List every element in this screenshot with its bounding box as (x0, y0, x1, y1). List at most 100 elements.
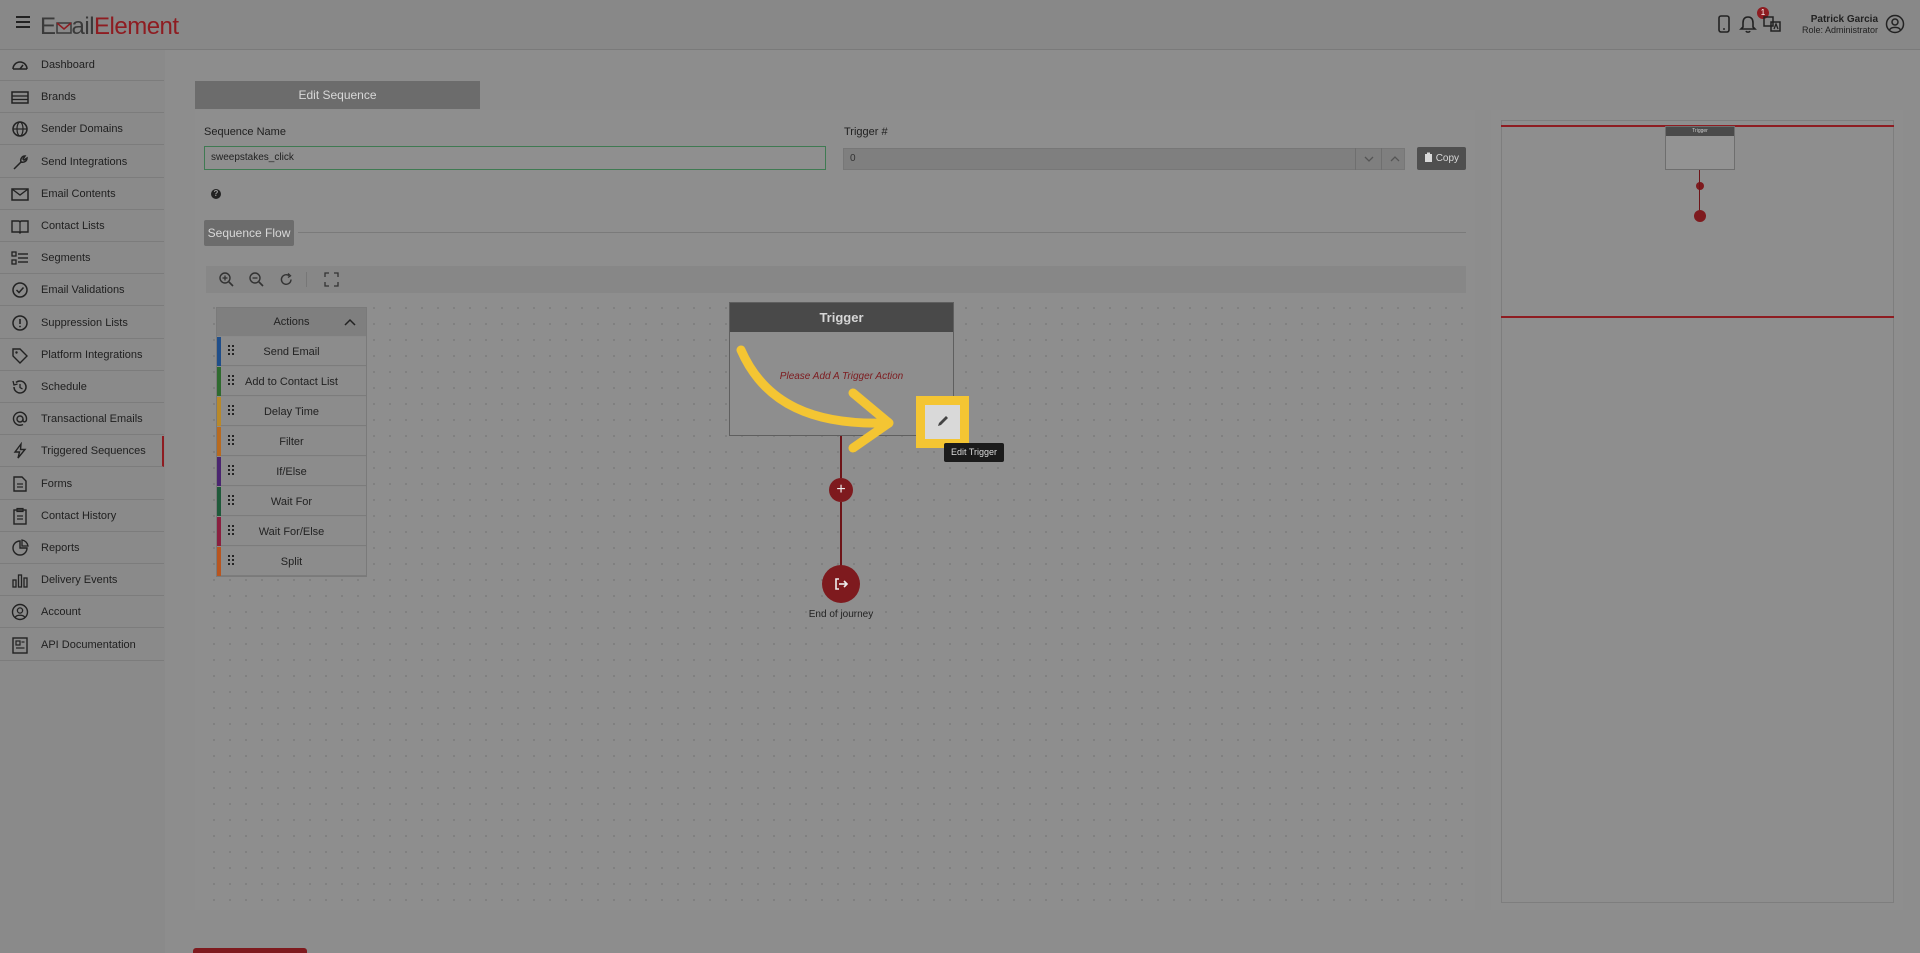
mobile-icon[interactable] (1714, 14, 1734, 34)
chevron-down-icon (1364, 156, 1374, 162)
sidebar-item-contact-lists[interactable]: Contact Lists (0, 211, 164, 242)
app-logo[interactable]: EailElement (40, 13, 179, 41)
sidebar-item-label: API Documentation (41, 638, 136, 651)
sidebar-item-forms[interactable]: Forms (0, 469, 164, 500)
minimap[interactable] (1501, 120, 1894, 903)
sidebar-item-label: Sender Domains (41, 123, 123, 136)
minimap-end-dot (1694, 210, 1706, 222)
minimap-trigger-node: Trigger (1665, 126, 1735, 170)
user-avatar-icon[interactable] (1885, 14, 1905, 34)
sidebar-item-delivery-events[interactable]: Delivery Events (0, 565, 164, 597)
sidebar-item-label: Account (41, 606, 81, 619)
sidebar-item-label: Email Contents (41, 187, 116, 200)
sidebar-item-label: Forms (41, 477, 73, 490)
wrench-icon (13, 154, 28, 170)
tab-edit-sequence[interactable]: Edit Sequence (195, 81, 480, 109)
clipboard-icon (13, 507, 27, 525)
brands-icon (11, 91, 29, 104)
action-item-label: Wait For/Else (258, 526, 325, 538)
zoom-in-icon[interactable] (218, 271, 235, 288)
sidebar-item-label: Email Validations (41, 284, 125, 297)
sidebar-item-schedule[interactable]: Schedule (0, 372, 164, 403)
sidebar-item-sender-domains[interactable]: Sender Domains (0, 114, 164, 146)
sidebar-item-label: Triggered Sequences (41, 445, 146, 458)
annotation-arrow-icon (736, 345, 894, 453)
action-item-label: If/Else (276, 466, 307, 478)
sidebar-item-api-documentation[interactable]: API Documentation (0, 630, 164, 661)
action-item-send-email[interactable]: Send Email (217, 337, 366, 366)
trigger-title: Trigger (730, 303, 953, 332)
trigger-number-input[interactable]: 0 (843, 148, 1405, 170)
action-item-label: Split (280, 556, 303, 568)
sidebar-item-account[interactable]: Account (0, 597, 164, 629)
minimap-viewport-bottom (1501, 316, 1894, 318)
sidebar-item-label: Contact History (41, 509, 117, 522)
sidebar-item-suppression-lists[interactable]: Suppression Lists (0, 308, 164, 339)
canvas-toolbar (206, 266, 1466, 293)
alert-circle-icon (12, 314, 28, 331)
action-item-wait-for[interactable]: Wait For (217, 487, 366, 516)
add-step-button[interactable]: + (829, 478, 853, 502)
hamburger-menu-icon[interactable] (16, 16, 30, 28)
copy-button[interactable]: Copy (1417, 147, 1466, 170)
sidebar-item-contact-history[interactable]: Contact History (0, 501, 164, 532)
action-item-split[interactable]: Split (217, 547, 366, 576)
sidebar-item-label: Delivery Events (41, 574, 118, 587)
bar-chart-icon (12, 574, 28, 588)
tab-sequence-flow[interactable]: Sequence Flow (204, 220, 294, 246)
envelope-logo-icon (55, 22, 72, 34)
sidebar-item-segments[interactable]: Segments (0, 243, 164, 275)
fullscreen-icon[interactable] (323, 271, 340, 288)
sidebar-item-triggered-sequences[interactable]: Triggered Sequences (0, 436, 164, 468)
sidebar-item-label: Segments (41, 252, 91, 265)
sidebar-item-label: Brands (41, 91, 76, 104)
sidebar-item-email-validations[interactable]: Email Validations (0, 275, 164, 307)
sidebar-item-platform-integrations[interactable]: Platform Integrations (0, 340, 164, 371)
at-icon (12, 411, 28, 427)
sidebar-item-label: Contact Lists (41, 220, 105, 232)
document-icon (12, 636, 28, 654)
sidebar-item-reports[interactable]: Reports (0, 533, 164, 564)
tag-icon (12, 348, 28, 364)
help-icon[interactable]: ? (211, 189, 221, 199)
sidebar-item-email-contents[interactable]: Email Contents (0, 179, 164, 210)
sidebar-item-dashboard[interactable]: Dashboard (0, 50, 164, 81)
action-item-label: Delay Time (263, 406, 320, 418)
divider (298, 232, 1466, 233)
zoom-out-icon[interactable] (248, 271, 265, 288)
sidebar-item-brands[interactable]: Brands (0, 82, 164, 114)
action-item-filter[interactable]: Filter (217, 427, 366, 456)
end-of-journey-button[interactable] (822, 565, 860, 603)
bolt-icon (13, 442, 27, 459)
envelope-icon (11, 188, 29, 201)
action-item-wait-for-else[interactable]: Wait For/Else (217, 517, 366, 546)
clipboard-copy-icon (1424, 152, 1432, 162)
sidebar-item-send-integrations[interactable]: Send Integrations (0, 147, 164, 178)
chevron-up-icon (1390, 156, 1400, 162)
reset-icon[interactable] (278, 271, 295, 288)
sidebar-item-label: Suppression Lists (41, 316, 128, 329)
connector-line (840, 502, 842, 566)
check-circle-icon (12, 282, 28, 299)
action-item-label: Add to Contact List (245, 376, 338, 388)
bell-icon[interactable] (1738, 14, 1758, 34)
sequence-name-input[interactable]: sweepstakes_click (204, 146, 826, 170)
spin-up-button[interactable] (1381, 148, 1407, 170)
translate-icon[interactable] (1762, 14, 1782, 34)
minimap-connector (1699, 170, 1700, 214)
sidebar-item-label: Transactional Emails (41, 413, 143, 426)
spin-down-button[interactable] (1355, 148, 1381, 170)
sequence-name-label: Sequence Name (204, 126, 286, 138)
bottom-action-button[interactable] (193, 948, 307, 953)
action-item-if-else[interactable]: If/Else (217, 457, 366, 486)
chevron-up-icon[interactable] (344, 318, 356, 326)
action-item-add-to-contact-list[interactable]: Add to Contact List (217, 367, 366, 396)
sidebar-item-transactional-emails[interactable]: Transactional Emails (0, 404, 164, 436)
user-name: Patrick Garcia (1810, 14, 1878, 25)
toolbar-separator (306, 272, 307, 287)
minimap-trigger-title: Trigger (1666, 127, 1734, 136)
history-icon (12, 380, 27, 394)
action-item-label: Send Email (263, 346, 320, 358)
action-item-delay-time[interactable]: Delay Time (217, 397, 366, 426)
user-role: Role: Administrator (1801, 25, 1878, 35)
